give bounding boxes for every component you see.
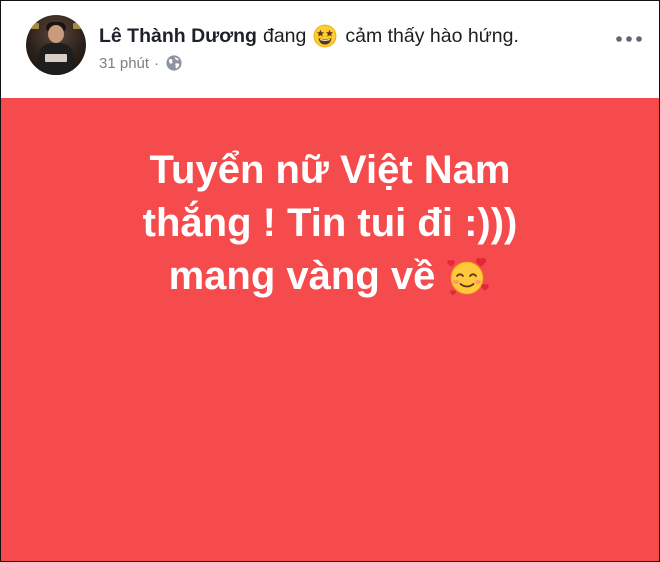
feeling-text[interactable]: cảm thấy hào hứng. [345, 25, 519, 48]
post-meta: 31 phút · [99, 53, 183, 73]
star-struck-emoji-icon [313, 24, 337, 48]
avatar[interactable] [26, 15, 86, 75]
post-text-line-3: mang vàng về [168, 254, 436, 298]
more-options-icon[interactable] [613, 29, 645, 49]
post-card: Lê Thành Dương đang cảm thấy hào hứng. 3… [0, 0, 660, 562]
meta-separator: · [154, 54, 160, 72]
avatar-detail [45, 54, 67, 62]
post-text-line-1: Tuyển nữ Việt Nam [149, 148, 511, 192]
avatar-detail [73, 23, 81, 29]
post-body: Tuyển nữ Việt Nam thắng ! Tin tui đi :))… [21, 144, 639, 303]
author-name[interactable]: Lê Thành Dương [99, 25, 257, 48]
avatar-detail [31, 23, 39, 29]
post-text-line-2: thắng ! Tin tui đi :))) [142, 201, 518, 245]
globe-icon[interactable] [165, 54, 183, 72]
smiling-face-with-hearts-emoji-icon [445, 255, 491, 297]
post-timestamp[interactable]: 31 phút [99, 55, 149, 72]
post-text-line-3-wrapper: mang vàng về [21, 250, 639, 303]
post-title-line: Lê Thành Dương đang cảm thấy hào hứng. [99, 23, 519, 49]
feeling-verb: đang [262, 24, 307, 47]
post-header: Lê Thành Dương đang cảm thấy hào hứng. 3… [1, 1, 659, 98]
avatar-detail [48, 25, 64, 43]
